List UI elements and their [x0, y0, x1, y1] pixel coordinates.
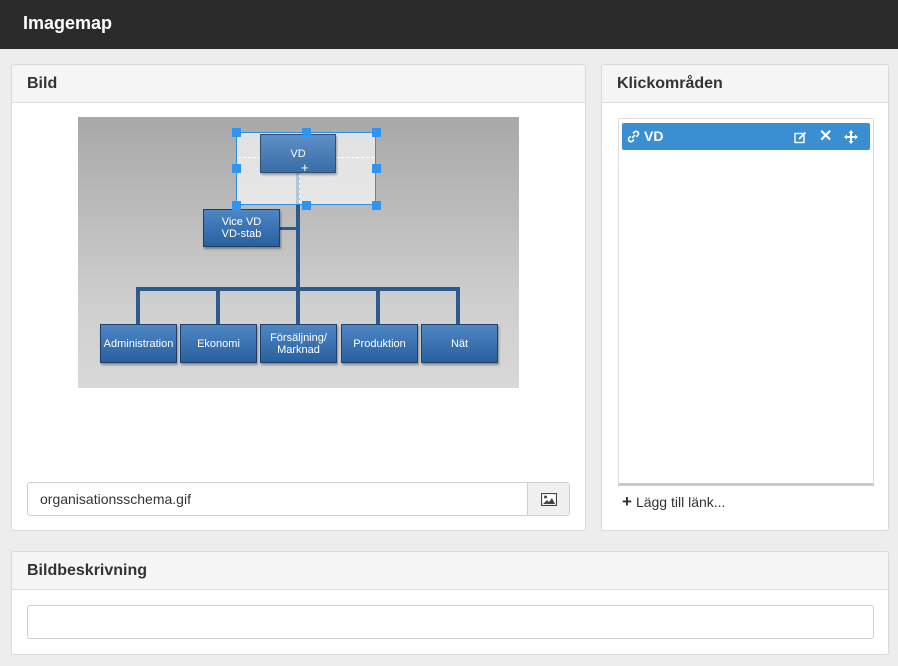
org-box-label: Vice VD VD-stab: [221, 216, 262, 240]
org-box-vd: VD: [260, 134, 336, 173]
image-panel-header: Bild: [12, 65, 585, 103]
resize-handle-ne[interactable]: [372, 128, 381, 137]
click-area-label: VD: [644, 128, 664, 144]
image-panel: Bild VD Vice VD VD-stab Administration Ek…: [11, 64, 586, 531]
resize-handle-se[interactable]: [372, 201, 381, 210]
click-areas-list: VD ✕: [618, 118, 874, 486]
image-file-input[interactable]: organisationsschema.gif: [27, 482, 570, 516]
org-box-label: Nät: [450, 337, 469, 350]
image-description-title: Bildbeskrivning: [27, 562, 148, 579]
org-box-label: Administration: [103, 337, 174, 350]
resize-handle-e[interactable]: [372, 164, 381, 173]
image-description-panel: Bildbeskrivning: [11, 551, 889, 655]
delete-icon[interactable]: ✕: [819, 126, 832, 146]
org-box-label: Försäljning/Marknad: [270, 331, 327, 356]
add-link-button[interactable]: + Lägg till länk...: [622, 492, 725, 512]
move-icon[interactable]: [844, 130, 858, 144]
resize-handle-n[interactable]: [302, 128, 311, 137]
crosshair-icon: +: [301, 160, 309, 175]
choose-image-button[interactable]: [527, 483, 569, 515]
image-description-header: Bildbeskrivning: [12, 552, 888, 590]
add-link-label: Lägg till länk...: [635, 494, 726, 510]
click-areas-panel: Klickområden VD ✕ + Lägg till länk...: [601, 64, 889, 531]
org-box-vice-vd: Vice VD VD-stab: [203, 209, 280, 247]
org-box-label: Produktion: [353, 337, 406, 350]
connector-line: [376, 287, 380, 325]
org-box-label: Ekonomi: [197, 337, 240, 350]
org-box-label: VD: [290, 147, 306, 160]
org-box-produktion: Produktion: [341, 324, 418, 363]
app-title: Imagemap: [23, 13, 113, 33]
org-box-ekonomi: Ekonomi: [180, 324, 257, 363]
org-box-administration: Administration: [100, 324, 177, 363]
connector-line: [296, 287, 300, 325]
edit-icon[interactable]: [794, 131, 807, 144]
connector-line: [278, 227, 298, 230]
org-box-nat: Nät: [421, 324, 498, 363]
image-description-input[interactable]: [27, 605, 874, 639]
resize-handle-s[interactable]: [302, 201, 311, 210]
link-icon: [627, 130, 640, 143]
plus-icon: +: [622, 492, 632, 511]
click-areas-title: Klickområden: [617, 75, 723, 92]
connector-line: [136, 287, 140, 325]
click-areas-header: Klickområden: [602, 65, 888, 103]
resize-handle-sw[interactable]: [232, 201, 241, 210]
connector-line: [456, 287, 460, 325]
click-area-item[interactable]: VD ✕: [622, 123, 870, 150]
top-bar: Imagemap: [0, 0, 898, 49]
image-icon: [540, 492, 557, 506]
resize-handle-w[interactable]: [232, 164, 241, 173]
image-panel-title: Bild: [27, 75, 58, 92]
org-box-forsaljning: Försäljning/Marknad: [260, 324, 337, 363]
connector-line: [216, 287, 220, 325]
image-file-value: organisationsschema.gif: [40, 491, 191, 507]
resize-handle-nw[interactable]: [232, 128, 241, 137]
imagemap-canvas[interactable]: VD Vice VD VD-stab Administration Ekonomi…: [78, 117, 519, 388]
